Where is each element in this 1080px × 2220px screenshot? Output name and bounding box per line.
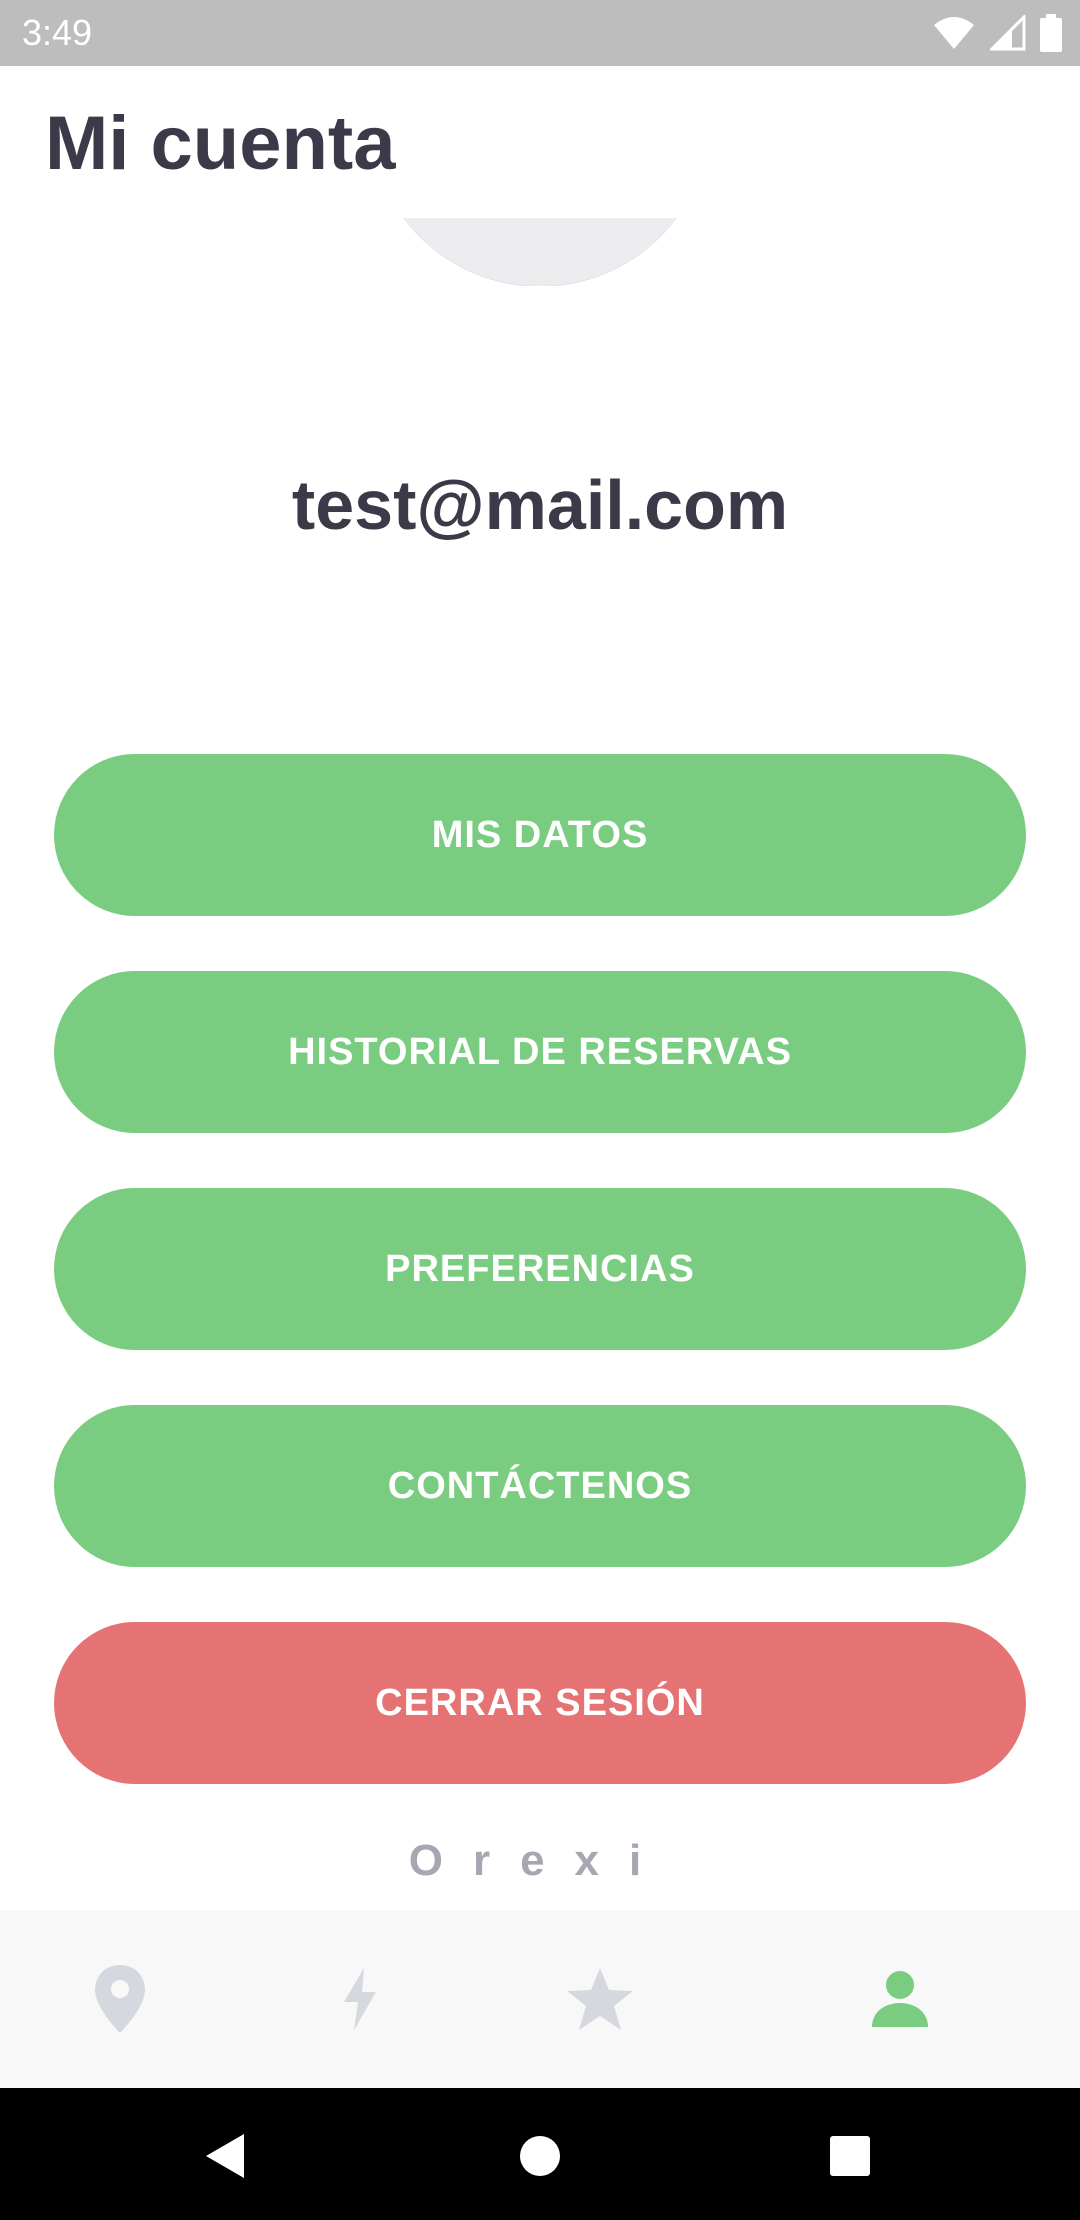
mis-datos-button[interactable]: MIS DATOS [54,754,1026,916]
recents-button[interactable] [820,2128,880,2188]
system-nav-bar [0,2088,1080,2220]
brand-name: Orexi [408,1836,672,1885]
status-bar: 3:49 [0,0,1080,66]
avatar-container [370,218,710,286]
back-triangle-icon [204,2132,248,2185]
nav-item-map[interactable] [70,1956,170,2046]
home-button[interactable] [510,2128,570,2188]
recents-square-icon [829,2135,871,2182]
contactenos-button[interactable]: CONTÁCTENOS [54,1405,1026,1567]
home-circle-icon [518,2134,562,2183]
bottom-nav [0,1910,1080,2088]
nav-item-favorites[interactable] [550,1956,650,2046]
nav-item-account[interactable] [850,1956,950,2046]
battery-icon [1040,14,1062,52]
bolt-icon [340,1966,380,2037]
nav-item-bolt[interactable] [310,1956,410,2046]
back-button[interactable] [196,2128,256,2188]
user-email: test@mail.com [291,466,789,544]
cerrar-sesion-button[interactable]: CERRAR SESIÓN [54,1622,1026,1784]
person-icon [870,1969,930,2034]
avatar[interactable] [370,218,710,286]
status-icons [932,14,1062,52]
preferencias-button[interactable]: PREFERENCIAS [54,1188,1026,1350]
star-icon [565,1966,635,2037]
map-pin-icon [93,1963,147,2040]
wifi-icon [932,15,976,51]
status-time: 3:49 [22,12,93,53]
historial-reservas-button[interactable]: HISTORIAL DE RESERVAS [54,971,1026,1133]
cell-signal-icon [990,15,1026,51]
page-title: Mi cuenta [45,101,396,186]
